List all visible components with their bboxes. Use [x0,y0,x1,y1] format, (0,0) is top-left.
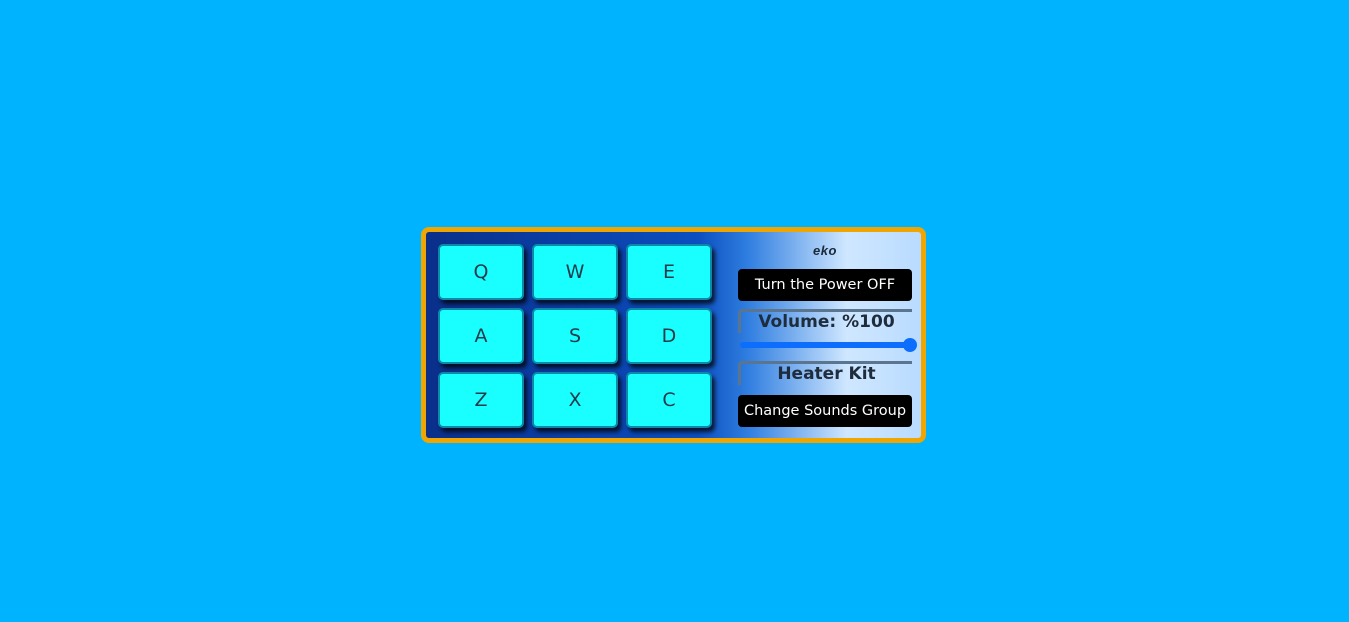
power-button[interactable]: Turn the Power OFF [738,269,912,301]
volume-slider-fill [740,342,910,348]
control-panel: eko Turn the Power OFF Volume: %100 Heat… [738,242,917,427]
brand-logo: eko [813,243,837,258]
drum-pad-d[interactable]: D [626,308,712,364]
drum-pad-c[interactable]: C [626,372,712,428]
drum-pad-x[interactable]: X [532,372,618,428]
change-sounds-button[interactable]: Change Sounds Group [738,395,912,427]
volume-slider[interactable] [738,333,917,357]
drum-machine: Q W E A S D Z X C eko Turn the Power OFF… [421,227,926,443]
drum-pad-q[interactable]: Q [438,244,524,300]
drum-pad-e[interactable]: E [626,244,712,300]
volume-slider-track[interactable] [740,338,917,352]
drum-pad-w[interactable]: W [532,244,618,300]
volume-display: Volume: %100 [738,309,912,333]
drum-pad-z[interactable]: Z [438,372,524,428]
kit-display: Heater Kit [738,361,912,385]
drum-pad-grid: Q W E A S D Z X C [438,244,716,435]
drum-pad-a[interactable]: A [438,308,524,364]
volume-slider-thumb[interactable] [903,338,917,352]
drum-pad-s[interactable]: S [532,308,618,364]
